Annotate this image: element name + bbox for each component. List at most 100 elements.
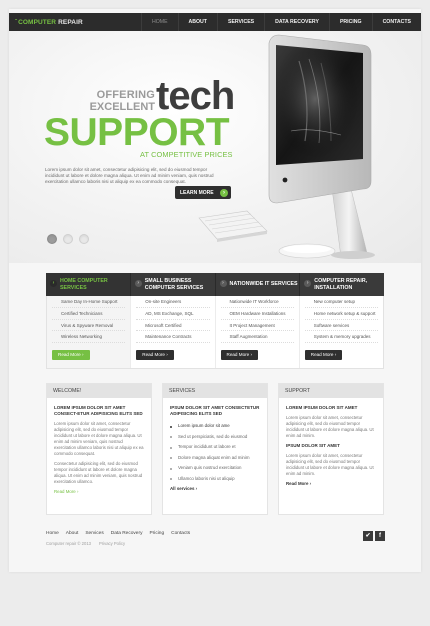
- logo-text-computer: COMPUTER: [18, 18, 57, 26]
- read-more-link[interactable]: Read More ›: [286, 481, 377, 486]
- nav-item-data-recovery[interactable]: DATA RECOVERY: [264, 13, 329, 31]
- read-more-button[interactable]: Read More ›: [220, 350, 259, 361]
- content-columns: WELCOME! LOREM IPSUM DOLOR SIT AMET CONS…: [46, 383, 384, 515]
- hero-offering-text: OFFERING: [96, 89, 155, 101]
- box-heading: IPSUM DOLOR SIT AMET: [286, 443, 340, 449]
- site-header: ˇ COMPUTER REPAIR HOME ABOUT SERVICES DA…: [9, 13, 421, 34]
- service-tab-repair[interactable]: › COMPUTER REPAIR, INSTALLATION: [300, 273, 384, 296]
- footer-nav: Home About Services Data Recovery Pricin…: [46, 531, 197, 536]
- chevron-right-icon: ›: [50, 280, 57, 287]
- nav-item-contacts[interactable]: CONTACTS: [371, 13, 421, 31]
- service-column: New computer setup Home network setup & …: [300, 296, 383, 368]
- footer-link-services[interactable]: Services: [85, 531, 103, 536]
- main-nav: HOME ABOUT SERVICES DATA RECOVERY PRICIN…: [140, 13, 421, 34]
- slider-dot-1[interactable]: [47, 234, 57, 244]
- box-text: Lorem ipsum dolor sit amet, consectetur …: [54, 421, 144, 457]
- box-title: WELCOME!: [47, 384, 151, 398]
- chevron-right-icon: ›: [134, 280, 142, 287]
- list-item[interactable]: Sed ut perspiciatis, sed do eiusmod: [170, 432, 261, 443]
- chevron-right-icon: ›: [304, 280, 312, 287]
- service-list-item: New computer setup: [304, 296, 378, 308]
- service-list-item: Staff Augmentation: [220, 331, 294, 344]
- list-item-label: Tempor incididunt ut labore et: [178, 444, 236, 450]
- service-list-item: Software services: [304, 320, 378, 332]
- slider-dot-2[interactable]: [63, 234, 73, 244]
- list-item-label: Ullamco laboris nisi ut aliquip: [178, 475, 235, 481]
- service-tab-home[interactable]: › HOME COMPUTER SERVICES: [46, 273, 131, 296]
- social-check-icon[interactable]: ✔: [363, 531, 373, 541]
- service-list-item: Home network setup & support: [304, 308, 378, 320]
- read-more-button[interactable]: Read More ›: [304, 350, 343, 361]
- box-heading: LOREM IPSUM DOLOR SIT AMET CONSECT-ETUR …: [54, 405, 143, 417]
- logo[interactable]: ˇ COMPUTER REPAIR: [15, 19, 83, 26]
- service-tab-business[interactable]: › SMALL BUSINESS COMPUTER SERVICES: [131, 273, 216, 296]
- service-title: HOME COMPUTER SERVICES: [60, 278, 108, 291]
- list-item[interactable]: Veniam quis nostrud exercitation: [170, 463, 261, 474]
- chevron-right-icon: ›: [219, 280, 227, 287]
- hero-description: Lorem ipsum dolor sit amet, consectetur …: [45, 167, 214, 184]
- list-item-label: Sed ut perspiciatis, sed do eiusmod: [178, 433, 248, 439]
- service-list-item: On-site Engineers: [136, 296, 210, 308]
- nav-item-about[interactable]: ABOUT: [177, 13, 217, 31]
- slider-dot-3[interactable]: [79, 234, 89, 244]
- services-strip: › HOME COMPUTER SERVICES › SMALL BUSINES…: [46, 273, 384, 370]
- page: ˇ COMPUTER REPAIR HOME ABOUT SERVICES DA…: [9, 9, 421, 572]
- nav-item-pricing[interactable]: PRICING: [328, 13, 372, 31]
- list-item[interactable]: Lorem ipsum dolor sit ame: [170, 421, 261, 432]
- logo-text-repair: REPAIR: [58, 18, 83, 26]
- list-item[interactable]: Ullamco laboris nisi ut aliquip: [170, 474, 261, 485]
- service-column: Same Day In-Home Support Certified Techn…: [47, 296, 132, 369]
- nav-item-home[interactable]: HOME: [140, 13, 178, 34]
- hero-prices-text: AT COMPETITIVE PRICES: [140, 150, 233, 159]
- social-links: ✔ f: [361, 531, 385, 541]
- services-header-row: › HOME COMPUTER SERVICES › SMALL BUSINES…: [46, 273, 384, 296]
- box-heading: IPSUM DOLOR SIT AMET CONSECTETUR ADIPISI…: [170, 405, 260, 417]
- box-text: Lorem ipsum dolor sit amet, consectetur …: [286, 453, 374, 477]
- service-tab-nationwide[interactable]: › NATIONWIDE IT SERVICES: [216, 273, 301, 296]
- footer-link-home[interactable]: Home: [46, 531, 59, 536]
- learn-more-button[interactable]: LEARN MORE ›: [175, 186, 231, 199]
- read-more-button[interactable]: Read More ›: [136, 350, 174, 361]
- box-text: Lorem ipsum dolor sit amet, consectetur …: [286, 415, 374, 439]
- bullet-icon: [170, 436, 172, 439]
- service-list-item: System & memory upgrades: [304, 331, 378, 344]
- facebook-icon[interactable]: f: [375, 531, 385, 541]
- service-title: NATIONWIDE IT SERVICES: [229, 281, 298, 288]
- box-text: Consectetur adipisicing elit, sed do eiu…: [54, 461, 143, 485]
- list-item-label: Veniam quis nostrud exercitation: [178, 465, 242, 471]
- service-list-item: OEM Hardware Installations: [220, 308, 294, 320]
- read-more-link[interactable]: Read More ›: [54, 489, 145, 494]
- arrow-right-icon: ›: [220, 188, 228, 197]
- bullet-icon: [170, 457, 172, 460]
- service-list-item: Microsoft Certified: [136, 320, 210, 332]
- box-heading: LOREM IPSUM DOLOR SIT AMET: [286, 405, 358, 410]
- support-box: SUPPORT LOREM IPSUM DOLOR SIT AMET Lorem…: [278, 383, 384, 515]
- slider-pagination: [47, 234, 95, 244]
- bullet-icon: [170, 478, 172, 481]
- footer-link-about[interactable]: About: [66, 531, 79, 536]
- list-item[interactable]: Dolore magna aliquat enim ad minim: [170, 453, 261, 464]
- welcome-box: WELCOME! LOREM IPSUM DOLOR SIT AMET CONS…: [46, 383, 152, 515]
- footer-link-pricing[interactable]: Pricing: [149, 531, 164, 536]
- read-more-button[interactable]: Read More ›: [52, 350, 90, 361]
- service-column: On-site Engineers AD, MS Exchange, SQL M…: [131, 296, 216, 369]
- list-item[interactable]: Tempor incididunt ut labore et: [170, 442, 261, 453]
- hero-slider: OFFERING EXCELLENT tech SUPPORT AT COMPE…: [9, 31, 421, 263]
- services-body: Same Day In-Home Support Certified Techn…: [46, 296, 384, 370]
- copyright: Computer repair © 2013 Privacy Policy: [46, 541, 133, 546]
- box-title: SERVICES: [163, 384, 267, 398]
- list-item-label: Lorem ipsum dolor sit ame: [178, 423, 230, 429]
- privacy-policy-link[interactable]: Privacy Policy: [99, 541, 125, 546]
- hero-tech-text: tech: [156, 74, 235, 118]
- footer-link-data-recovery[interactable]: Data Recovery: [111, 531, 143, 536]
- service-list-item: Nationwide IT Workforce: [220, 296, 294, 308]
- logo-mark-icon: ˇ: [15, 19, 18, 26]
- service-list-item: Same Day In-Home Support: [52, 296, 126, 308]
- nav-item-services[interactable]: SERVICES: [216, 13, 264, 31]
- service-list-item: Certified Technicians: [52, 308, 126, 320]
- footer-link-contacts[interactable]: Contacts: [171, 531, 190, 536]
- service-column: Nationwide IT Workforce OEM Hardware Ins…: [216, 296, 300, 369]
- all-services-link[interactable]: All services ›: [170, 486, 261, 491]
- service-list-item: Virus & Spyware Removal: [52, 320, 126, 332]
- hero-support-text: SUPPORT: [44, 111, 230, 154]
